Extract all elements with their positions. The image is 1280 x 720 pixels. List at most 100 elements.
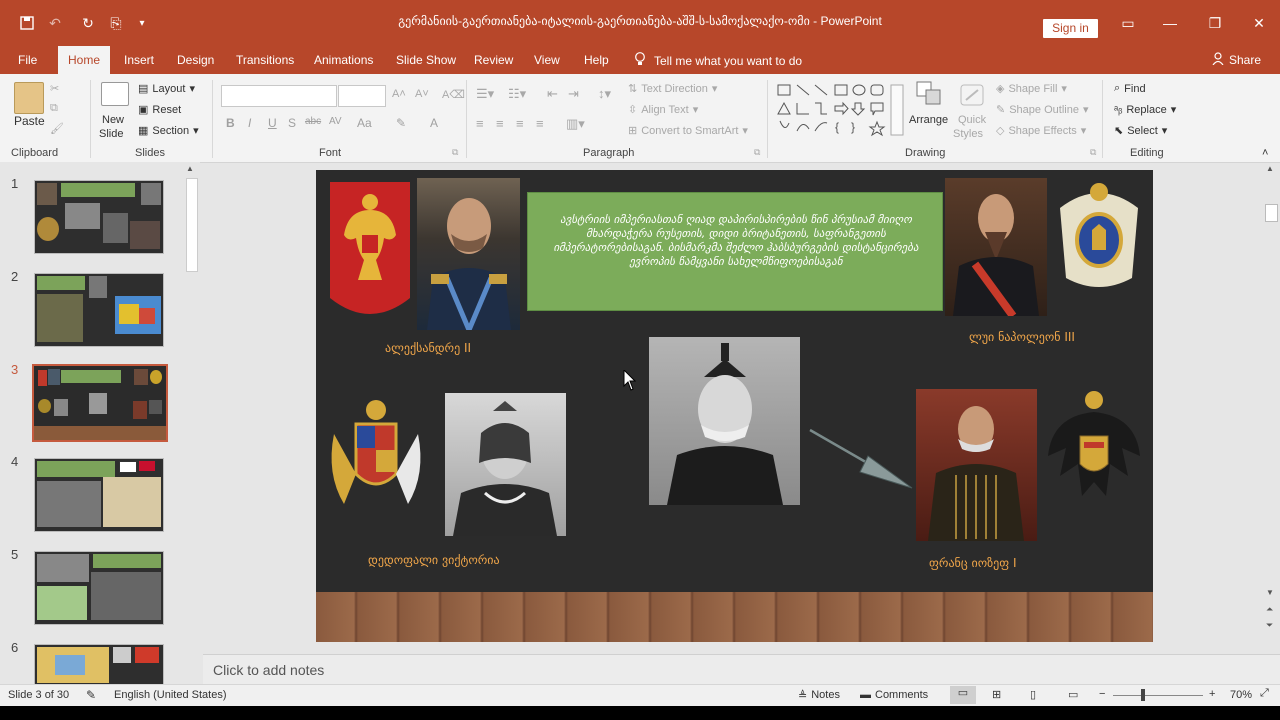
quick-styles-icon[interactable] bbox=[958, 82, 986, 108]
shape-effects-button[interactable]: ◇ Shape Effects ▾ bbox=[996, 124, 1086, 138]
zoom-in-icon[interactable]: + bbox=[1209, 688, 1215, 700]
slide-scrollbar[interactable]: ▲ ▼ ⏶ ⏷ bbox=[1264, 164, 1278, 632]
maximize-icon[interactable]: ❐ bbox=[1200, 12, 1230, 34]
tab-insert[interactable]: Insert bbox=[124, 53, 154, 67]
cut-icon[interactable]: ✂ bbox=[50, 82, 59, 95]
start-from-beginning-icon[interactable]: ⎘ bbox=[106, 13, 126, 33]
notes-toggle-button[interactable]: ≜ Notes bbox=[798, 689, 840, 702]
justify-icon[interactable]: ≡ bbox=[536, 116, 544, 131]
tab-file[interactable]: File bbox=[18, 53, 37, 67]
zoom-slider-handle[interactable] bbox=[1141, 689, 1145, 701]
quick-styles-label-2[interactable]: Styles bbox=[953, 128, 983, 140]
slide-canvas[interactable]: ალექსანდრე II ავსტრიის იმპერიასთან ღიად … bbox=[316, 170, 1153, 642]
previous-slide-icon[interactable]: ⏶ bbox=[1266, 604, 1273, 615]
paste-button[interactable]: Paste bbox=[14, 114, 45, 128]
zoom-level[interactable]: 70% bbox=[1230, 689, 1252, 701]
close-icon[interactable]: ✕ bbox=[1244, 12, 1274, 34]
tab-slideshow[interactable]: Slide Show bbox=[396, 53, 456, 67]
shrink-font-icon[interactable]: A˅ bbox=[415, 88, 429, 100]
shapes-gallery[interactable]: {} bbox=[775, 81, 905, 139]
select-button[interactable]: ⬉ Select ▾ bbox=[1114, 124, 1167, 138]
spelling-check-icon[interactable]: ✎ bbox=[86, 688, 96, 702]
decrease-indent-icon[interactable]: ⇤ bbox=[547, 86, 558, 102]
tab-home[interactable]: Home bbox=[58, 46, 111, 74]
next-slide-icon[interactable]: ⏷ bbox=[1266, 620, 1273, 631]
convert-smartart-button[interactable]: ⊞ Convert to SmartArt ▾ bbox=[628, 124, 748, 138]
find-button[interactable]: ⌕ Find bbox=[1114, 82, 1146, 95]
slide-thumbnail-2[interactable] bbox=[34, 273, 164, 347]
zoom-out-icon[interactable]: − bbox=[1099, 688, 1105, 700]
tab-animations[interactable]: Animations bbox=[314, 53, 373, 67]
tab-help[interactable]: Help bbox=[584, 53, 609, 67]
tell-me-search[interactable]: Tell me what you want to do bbox=[634, 52, 802, 69]
reading-view-icon[interactable]: ▯ bbox=[1030, 688, 1036, 701]
info-banner[interactable]: ავსტრიის იმპერიასთან ღიად დაპირისპირების… bbox=[527, 192, 943, 311]
new-slide-label-2[interactable]: Slide bbox=[99, 128, 123, 140]
tab-review[interactable]: Review bbox=[474, 53, 513, 67]
line-spacing-icon[interactable]: ↕▾ bbox=[598, 86, 611, 102]
paste-icon[interactable] bbox=[14, 82, 44, 114]
align-right-icon[interactable]: ≡ bbox=[516, 116, 524, 131]
drawing-dialog-launcher-icon[interactable]: ⧉ bbox=[1090, 147, 1096, 158]
replace-button[interactable]: ᵃᵦ Replace ▾ bbox=[1114, 103, 1176, 117]
numbering-icon[interactable]: ☷▾ bbox=[508, 86, 526, 102]
slide-thumbnail-5[interactable] bbox=[34, 551, 164, 625]
new-slide-icon[interactable] bbox=[101, 82, 129, 106]
customize-toolbar-icon[interactable]: ▾ bbox=[132, 13, 152, 33]
fit-to-window-icon[interactable]: ⤢ bbox=[1260, 687, 1269, 700]
shape-fill-button[interactable]: ◈ Shape Fill ▾ bbox=[996, 82, 1067, 96]
shape-outline-button[interactable]: ✎ Shape Outline ▾ bbox=[996, 103, 1088, 117]
tab-view[interactable]: View bbox=[534, 53, 560, 67]
font-dialog-launcher-icon[interactable]: ⧉ bbox=[452, 147, 458, 158]
zoom-slider[interactable] bbox=[1113, 695, 1203, 696]
section-button[interactable]: ▦ Section ▾ bbox=[138, 124, 199, 138]
reset-button[interactable]: ▣ Reset bbox=[138, 103, 181, 117]
scroll-up-icon[interactable]: ▲ bbox=[186, 164, 194, 173]
redo-icon[interactable]: ↻ bbox=[78, 13, 98, 33]
change-case-button[interactable]: Aa bbox=[357, 116, 372, 130]
align-left-icon[interactable]: ≡ bbox=[476, 116, 484, 131]
collapse-ribbon-icon[interactable]: ˄ bbox=[1262, 147, 1268, 159]
notes-pane[interactable]: Click to add notes bbox=[203, 654, 1280, 685]
paragraph-dialog-launcher-icon[interactable]: ⧉ bbox=[754, 147, 760, 158]
normal-view-icon[interactable]: ▭ bbox=[950, 686, 976, 704]
format-painter-icon[interactable]: 🖌 bbox=[50, 122, 64, 135]
slide-sorter-icon[interactable]: ⊞ bbox=[992, 688, 1001, 701]
scrollbar-thumb[interactable] bbox=[1265, 204, 1278, 222]
scrollbar-thumb[interactable] bbox=[186, 178, 198, 272]
layout-button[interactable]: ▤ Layout ▾ bbox=[138, 82, 195, 96]
align-center-icon[interactable]: ≡ bbox=[496, 116, 504, 131]
tab-design[interactable]: Design bbox=[177, 53, 214, 67]
grow-font-icon[interactable]: A˄ bbox=[392, 88, 406, 100]
clear-formatting-icon[interactable]: A⌫ bbox=[442, 88, 465, 101]
share-button[interactable]: Share bbox=[1212, 52, 1261, 68]
font-color-button[interactable]: A bbox=[430, 116, 438, 130]
strikethrough-button[interactable]: abc bbox=[305, 116, 321, 127]
bullets-icon[interactable]: ☰▾ bbox=[476, 86, 494, 102]
language-indicator[interactable]: English (United States) bbox=[114, 689, 227, 701]
slide-thumbnail-1[interactable] bbox=[34, 180, 164, 254]
sign-in-button[interactable]: Sign in bbox=[1043, 19, 1098, 38]
new-slide-label-1[interactable]: New bbox=[102, 114, 124, 126]
save-icon[interactable] bbox=[17, 13, 37, 33]
arrange-button[interactable]: Arrange bbox=[909, 114, 948, 126]
slideshow-icon[interactable]: ▭ bbox=[1068, 688, 1078, 701]
align-text-button[interactable]: ⇳ Align Text ▾ bbox=[628, 103, 698, 117]
arrange-icon[interactable] bbox=[914, 80, 944, 108]
underline-button[interactable]: U bbox=[268, 116, 277, 130]
copy-icon[interactable]: ⧉ bbox=[50, 102, 58, 115]
slide-thumbnail-6[interactable] bbox=[34, 644, 164, 685]
comments-button[interactable]: ▬ Comments bbox=[860, 689, 928, 701]
increase-indent-icon[interactable]: ⇥ bbox=[568, 86, 579, 102]
minimize-icon[interactable]: — bbox=[1155, 12, 1185, 34]
slide-thumbnail-3-selected[interactable] bbox=[32, 364, 168, 442]
slide-thumbnail-4[interactable] bbox=[34, 458, 164, 532]
shadow-button[interactable]: S bbox=[288, 116, 296, 130]
columns-icon[interactable]: ▥▾ bbox=[566, 116, 585, 132]
text-direction-button[interactable]: ⇅ Text Direction ▾ bbox=[628, 82, 717, 96]
font-family-combo[interactable] bbox=[221, 85, 337, 107]
scroll-down-icon[interactable]: ▼ bbox=[1266, 588, 1274, 597]
font-size-combo[interactable] bbox=[338, 85, 386, 107]
undo-icon[interactable]: ↶ bbox=[45, 13, 65, 33]
quick-styles-label-1[interactable]: Quick bbox=[958, 114, 986, 126]
